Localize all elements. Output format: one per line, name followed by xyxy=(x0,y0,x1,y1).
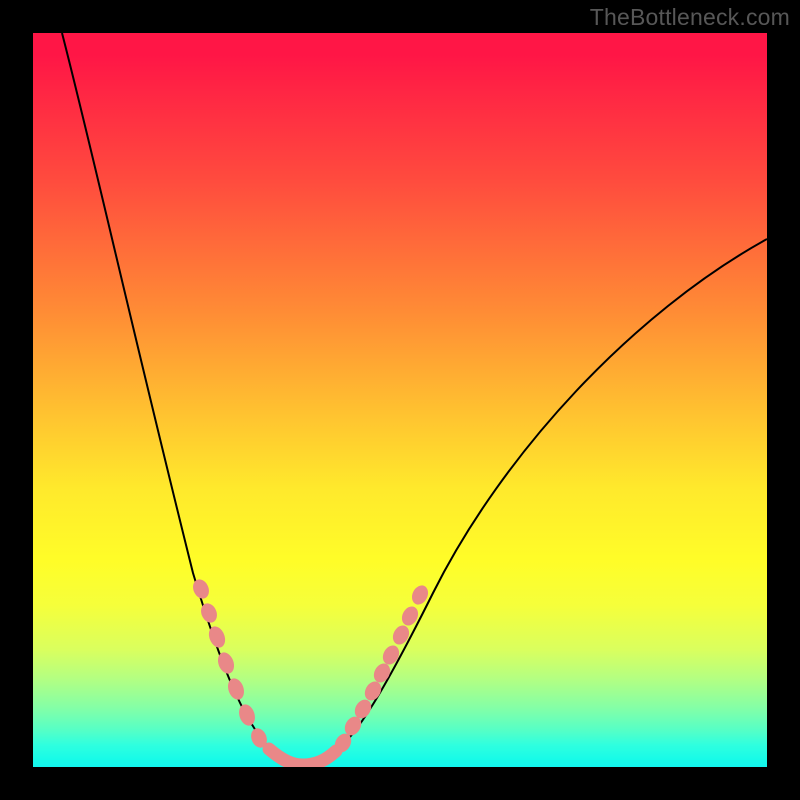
bottleneck-curve xyxy=(62,33,767,763)
bottleneck-curve-svg xyxy=(33,33,767,767)
outer-black-frame: TheBottleneck.com xyxy=(0,0,800,800)
watermark-text: TheBottleneck.com xyxy=(590,4,790,31)
valley-floor-beads xyxy=(269,749,336,765)
right-bead-cluster xyxy=(332,583,432,756)
gradient-plot-area xyxy=(33,33,767,767)
